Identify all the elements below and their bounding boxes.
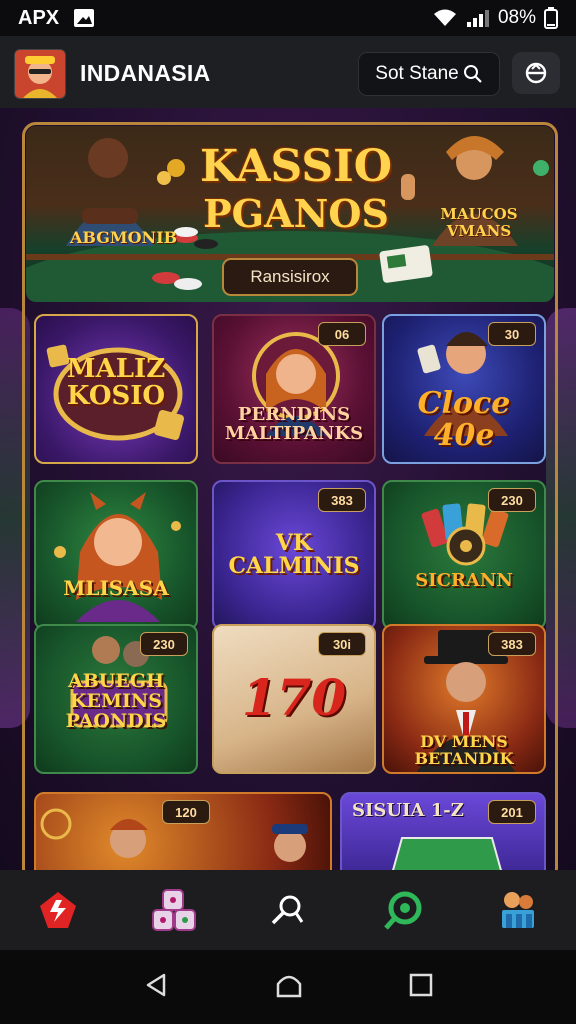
system-home-button[interactable] [274,970,304,1005]
tile-badge: 30i [318,632,366,656]
tile-title: SICRANN [415,570,513,591]
avatar[interactable] [14,49,66,99]
search-button[interactable]: Sot Stane [358,52,500,96]
eye-icon [384,891,422,930]
tile-title: MALIZ KOSIO [66,354,166,412]
game-tile[interactable]: 120 [34,792,332,870]
recents-icon [409,973,433,996]
status-left-text: APX [18,6,60,29]
tile-title: Cloce 40e [417,386,511,453]
system-recents-button[interactable] [408,972,434,1003]
tile-title: PERNDINS MALTIPANKS [224,404,364,444]
game-tile[interactable]: 230 ABUEGH KEMINS PAONDIS [34,624,198,774]
nav-home[interactable] [30,882,86,938]
nav-games[interactable] [145,882,201,938]
status-bar: APX 08% [0,0,576,36]
gallery-icon [74,9,95,27]
game-tile[interactable]: 201 SISUIA 1-Z [340,792,546,870]
game-tile[interactable]: 30 Cloce 40e [382,314,546,464]
tile-badge: 230 [488,488,536,512]
back-icon [146,973,166,996]
tile-title: SISUIA 1-Z [352,800,464,821]
tile-badge: 06 [318,322,366,346]
system-back-button[interactable] [142,971,170,1004]
game-tile[interactable]: 30i 170 [212,624,376,774]
banner-left-tag: ABGMONIB [70,228,178,247]
tile-badge: 30 [488,322,536,346]
banner-button[interactable]: Ransisirox [222,258,358,296]
game-tile[interactable]: 230 SICRANN [382,480,546,630]
tile-badge: 383 [488,632,536,656]
game-tile[interactable]: MLISASA [34,480,198,630]
trophy-icon [502,892,535,928]
search-icon [463,65,482,83]
battery-percent: 08% [497,7,536,28]
tile-title: VK CALMINIS [228,530,360,580]
wifi-icon [433,9,456,26]
bottom-nav [0,870,576,950]
game-tile[interactable]: MALIZ KOSIO [34,314,198,464]
game-tile[interactable]: 06 PERNDINS MALTIPANKS [212,314,376,464]
search-label: Sot Stane [375,63,459,84]
tile-title: MLISASA [63,576,169,600]
nav-search[interactable] [260,882,316,938]
search-icon [271,895,304,925]
home-icon [39,892,76,928]
game-tile[interactable]: 383 VK CALMINIS [212,480,376,630]
app-title: INDANASIA [80,60,211,86]
nav-rewards[interactable] [490,882,546,938]
game-tile[interactable]: 383 DV MENS BETANDIK [382,624,546,774]
signal-icon [466,10,489,27]
home-circle-icon [276,975,302,997]
tile-badge: 230 [140,632,188,656]
game-lobby: KASSIO PGANOS ABGMONIB MAUCOS VMANS Rans… [0,108,576,870]
dice-icon [151,889,196,931]
tile-title: ABUEGH KEMINS PAONDIS [65,670,167,732]
banner-title: KASSIO PGANOS [199,141,393,237]
app-header: INDANASIA Sot Stane [0,36,576,109]
tile-badge: 383 [318,488,366,512]
battery-icon [544,7,558,29]
promo-banner[interactable]: KASSIO PGANOS ABGMONIB MAUCOS VMANS Rans… [26,126,554,302]
settings-icon [525,62,547,84]
system-nav [0,950,576,1024]
banner-right-tag: MAUCOS VMANS [440,205,518,240]
tile-badge: 120 [162,800,210,824]
tile-title: DV MENS BETANDIK [414,732,514,768]
nav-live[interactable] [375,882,431,938]
tile-title: 170 [241,668,347,727]
settings-button[interactable] [512,52,560,94]
